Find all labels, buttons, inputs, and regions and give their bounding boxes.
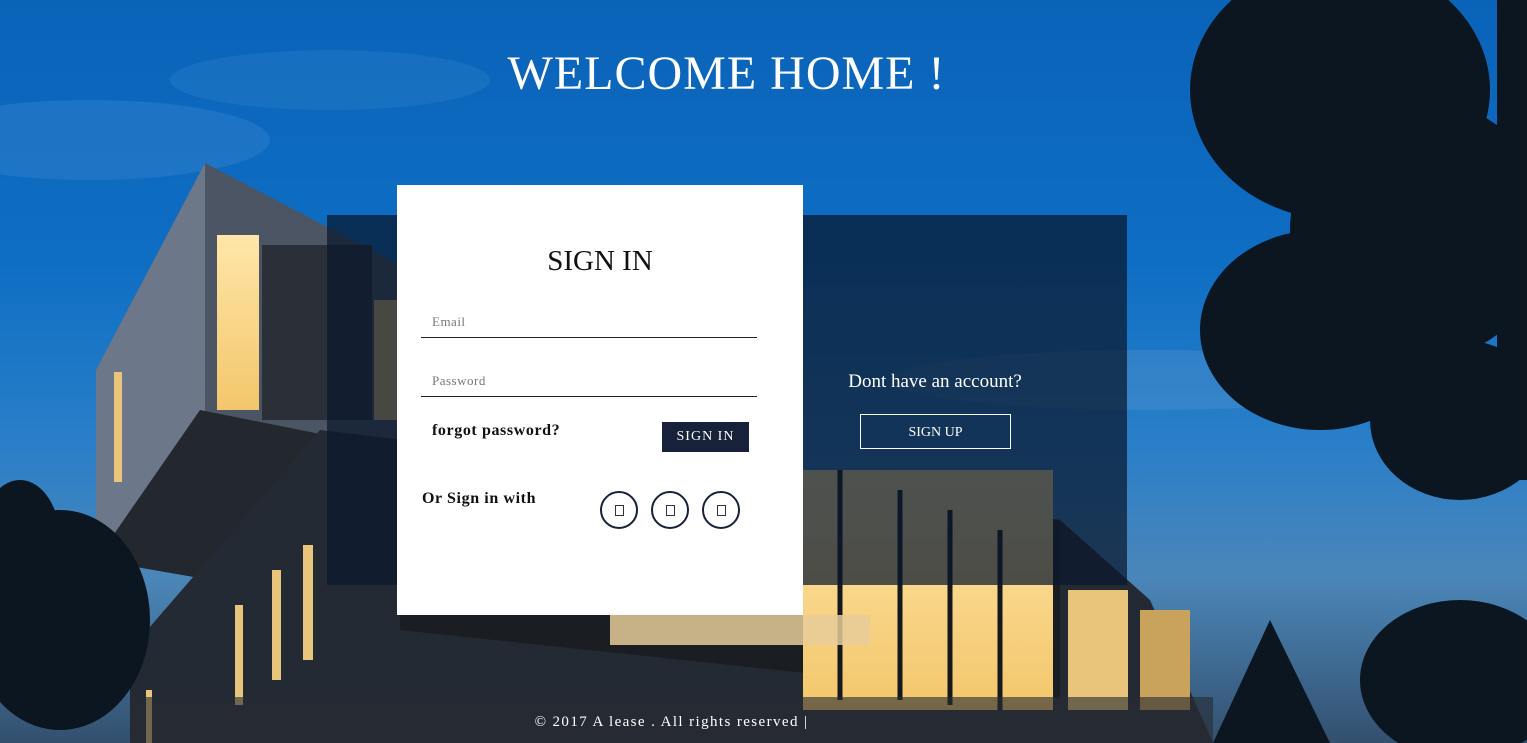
password-input[interactable] [421, 365, 757, 397]
social-login-button-1[interactable] [600, 491, 638, 529]
social-icon-1 [614, 504, 624, 516]
email-input[interactable] [421, 306, 757, 338]
social-sign-in-label: Or Sign in with [422, 490, 537, 507]
signup-section: Dont have an account? SIGN UP [803, 215, 1127, 585]
sign-in-button[interactable]: SIGN IN [662, 422, 749, 452]
social-login-button-3[interactable] [702, 491, 740, 529]
footer: © 2017 A lease . All rights reserved | [130, 697, 1213, 743]
signup-question: Dont have an account? [848, 371, 1022, 392]
sign-up-button[interactable]: SIGN UP [860, 414, 1011, 449]
sign-in-card: SIGN IN forgot password? SIGN IN Or Sign… [397, 185, 803, 615]
page-title: WELCOME HOME ! [507, 47, 946, 100]
forgot-password-link[interactable]: forgot password? [432, 422, 560, 440]
social-login-button-2[interactable] [651, 491, 689, 529]
sign-in-title: SIGN IN [547, 245, 653, 277]
social-icon-2 [665, 504, 675, 516]
copyright-text: © 2017 A lease . All rights reserved | [534, 714, 809, 730]
social-icon-3 [716, 504, 726, 516]
